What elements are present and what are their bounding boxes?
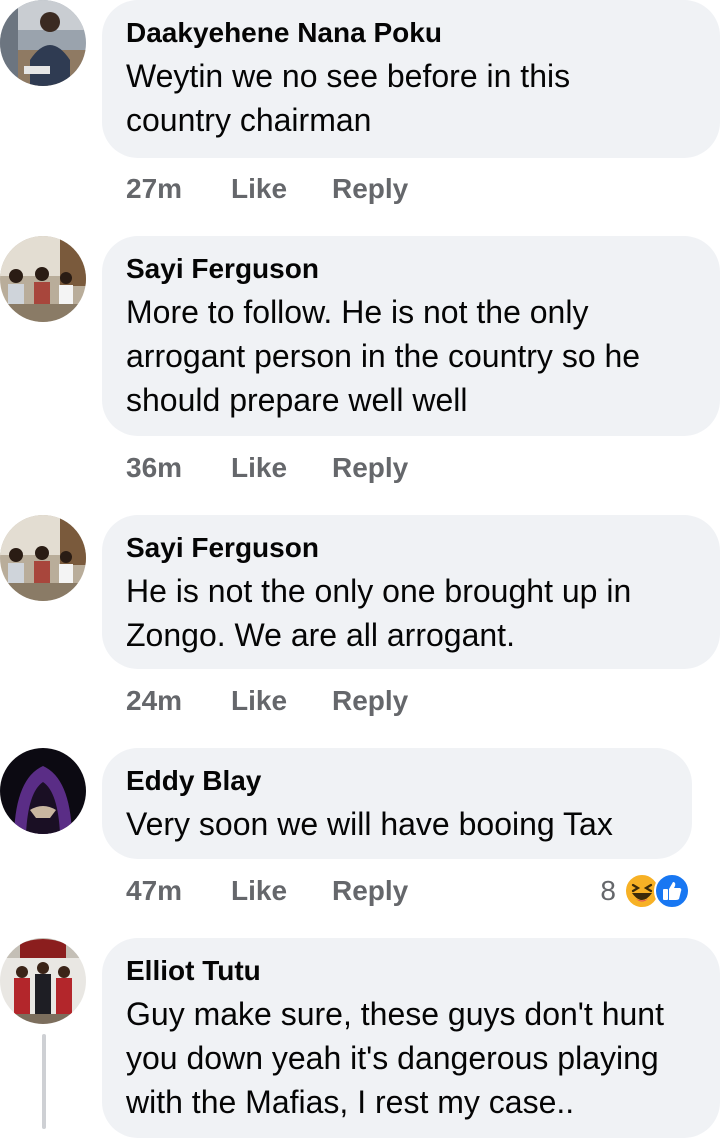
comment-timestamp[interactable]: 47m xyxy=(126,874,231,908)
comment-text-line: Zongo. We are all arrogant. xyxy=(126,617,515,653)
comment-text: Guy make sure, these guys don't hunt you… xyxy=(126,992,696,1124)
comment-bubble: Elliot Tutu Guy make sure, these guys do… xyxy=(102,938,720,1138)
comment-timestamp[interactable]: 24m xyxy=(126,684,231,718)
reply-button[interactable]: Reply xyxy=(332,684,408,718)
reactions-summary[interactable]: 8 xyxy=(600,871,690,911)
avatar[interactable] xyxy=(0,515,86,601)
avatar-photo xyxy=(0,748,86,834)
comment-text-line: with the Mafias, I rest my case.. xyxy=(126,1084,575,1120)
like-icon xyxy=(654,873,690,909)
comment-timestamp[interactable]: 27m xyxy=(126,172,231,206)
like-button[interactable]: Like xyxy=(231,684,332,718)
avatar[interactable] xyxy=(0,938,86,1024)
comment-text: Weytin we no see before in this country … xyxy=(126,54,696,142)
reply-button[interactable]: Reply xyxy=(332,874,408,908)
comment-text-line: should prepare well well xyxy=(126,382,468,418)
avatar[interactable] xyxy=(0,0,86,86)
comment-actions: 36m Like Reply xyxy=(126,451,408,485)
reply-button[interactable]: Reply xyxy=(332,451,408,485)
avatar[interactable] xyxy=(0,236,86,322)
comment-text: More to follow. He is not the only arrog… xyxy=(126,290,696,422)
reply-thread-line xyxy=(42,1034,46,1129)
comment-author[interactable]: Eddy Blay xyxy=(126,764,668,798)
comment-text-line: Guy make sure, these guys don't hunt xyxy=(126,996,664,1032)
comment-actions: 47m Like Reply xyxy=(126,874,408,908)
comment-bubble: Sayi Ferguson He is not the only one bro… xyxy=(102,515,720,669)
comment-actions: 27m Like Reply xyxy=(126,172,408,206)
comment-actions: 24m Like Reply xyxy=(126,684,408,718)
like-button[interactable]: Like xyxy=(231,172,332,206)
comment-text: He is not the only one brought up in Zon… xyxy=(126,569,696,657)
avatar[interactable] xyxy=(0,748,86,834)
comment-author[interactable]: Sayi Ferguson xyxy=(126,252,696,286)
comment-text-line: Weytin we no see before in this xyxy=(126,58,571,94)
avatar-photo xyxy=(0,0,86,86)
reaction-count: 8 xyxy=(600,875,616,906)
comment-text-line: you down yeah it's dangerous playing xyxy=(126,1040,659,1076)
comment-bubble: Sayi Ferguson More to follow. He is not … xyxy=(102,236,720,436)
comment-text-line: country chairman xyxy=(126,102,372,138)
comment-author[interactable]: Elliot Tutu xyxy=(126,954,696,988)
comment-text-line: arrogant person in the country so he xyxy=(126,338,641,374)
avatar-photo xyxy=(0,938,86,1024)
reply-button[interactable]: Reply xyxy=(332,172,408,206)
comment-author[interactable]: Sayi Ferguson xyxy=(126,531,696,565)
comment-text-line: Very soon we will have booing Tax xyxy=(126,806,613,842)
like-button[interactable]: Like xyxy=(231,451,332,485)
comment-bubble: Daakyehene Nana Poku Weytin we no see be… xyxy=(102,0,720,158)
avatar-photo xyxy=(0,236,86,322)
comment-text: Very soon we will have booing Tax xyxy=(126,802,668,846)
avatar-photo xyxy=(0,515,86,601)
like-button[interactable]: Like xyxy=(231,874,332,908)
comment-timestamp[interactable]: 36m xyxy=(126,451,231,485)
comment-text-line: He is not the only one brought up in xyxy=(126,573,632,609)
comment-text-line: More to follow. He is not the only xyxy=(126,294,589,330)
comment-bubble: Eddy Blay Very soon we will have booing … xyxy=(102,748,692,859)
comment-author[interactable]: Daakyehene Nana Poku xyxy=(126,16,696,50)
